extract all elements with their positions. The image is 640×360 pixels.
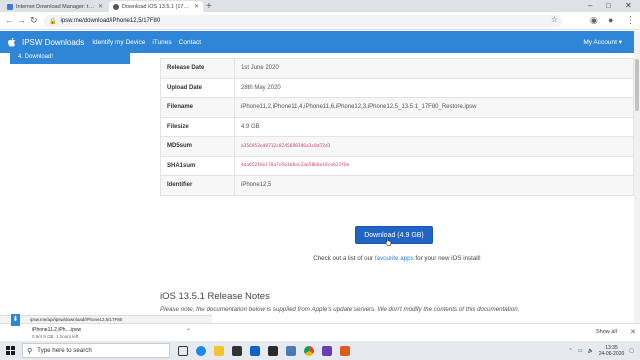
app-icon[interactable]	[322, 345, 332, 356]
network-icon[interactable]: ▭	[578, 348, 583, 354]
url-text: ipsw.me/download/iPhone12,5/17F80	[60, 18, 161, 24]
site-navbar: IPSW Downloads Identify my Device iTunes…	[0, 31, 634, 53]
download-arrow-icon: ⬇	[11, 314, 20, 326]
step-label: 4. Download!	[18, 54, 54, 60]
checkout-text-after: for your new iOS install!	[413, 255, 481, 262]
chrome-icon[interactable]	[304, 345, 314, 356]
new-tab-icon[interactable]: +	[206, 1, 212, 12]
tab-title: Internet Download Manager: the ...	[16, 3, 95, 10]
file-explorer-icon[interactable]	[214, 345, 224, 356]
close-tab-icon[interactable]: ✕	[98, 3, 103, 10]
firmware-info-table: Release Date 1st June 2020 Upload Date 28t…	[160, 58, 634, 196]
row-key: MD5sum	[160, 136, 235, 157]
profile-icon[interactable]: ●	[608, 15, 613, 25]
windows-taskbar: ⚲ Type here to search ⌃ ▭ 🔈 13:35 24-06-…	[0, 341, 640, 360]
release-date-value: 1st June 2020	[234, 58, 634, 79]
download-button[interactable]: Download (4.9 GB)	[355, 226, 433, 244]
download-filename[interactable]: iPhone11,2,iPh....ipsw	[32, 327, 81, 333]
reload-icon[interactable]: ↻	[30, 15, 38, 26]
search-placeholder: Type here to search	[37, 347, 92, 354]
filesize-value: 4.9 GB	[234, 116, 634, 137]
row-key: Identifier	[160, 175, 235, 196]
sha1-value: 4da65216e178a7e561b8ac2a658b8e18ce621f6e	[234, 155, 634, 176]
table-row: Filename iPhone11,2,iPhone11,4,iPhone11,6…	[160, 97, 634, 118]
close-tab-icon[interactable]: ✕	[194, 3, 199, 10]
nav-itunes[interactable]: iTunes	[152, 39, 171, 46]
favourite-apps-text: Check out a list of our favourite apps f…	[160, 255, 634, 262]
table-row: Identifier iPhone12,5	[160, 175, 634, 196]
row-key: Release Date	[160, 58, 235, 79]
row-key: Filesize	[160, 116, 235, 137]
download-shelf: ⬇ iPhone11,2,iPh....ipsw 0.9/4.9 GB, 1 h…	[0, 314, 640, 341]
release-notes-title: iOS 13.5.1 Release Notes	[160, 291, 270, 302]
row-key: Upload Date	[160, 77, 235, 98]
main-content: Release Date 1st June 2020 Upload Date 28t…	[160, 53, 634, 315]
ipsw-favicon-icon	[113, 3, 119, 10]
close-shelf-icon[interactable]: ✕	[630, 328, 636, 336]
mail-icon[interactable]	[250, 345, 260, 356]
table-row: Release Date 1st June 2020	[160, 58, 634, 79]
checkout-text-before: Check out a list of our	[313, 255, 375, 262]
identifier-value: iPhone12,5	[234, 175, 634, 196]
table-row: SHA1sum 4da65216e178a7e561b8ac2a658b8e18c…	[160, 155, 634, 176]
clock[interactable]: 13:35 24-06-2020	[599, 345, 625, 357]
my-account-dropdown[interactable]: My Account ▾	[583, 38, 622, 46]
browser-tab-strip: Internet Download Manager: the ... ✕ Dow…	[0, 0, 640, 12]
step-download[interactable]: 4. Download!	[10, 53, 130, 64]
app-icon[interactable]	[340, 345, 350, 356]
close-window-icon[interactable]: ✕	[625, 1, 632, 10]
upload-date-value: 28th May 2020	[234, 77, 634, 98]
notification-icon[interactable]: ▢	[629, 348, 634, 354]
tray-chevron-icon[interactable]: ⌃	[569, 348, 573, 354]
filename-value: iPhone11,2,iPhone11,4,iPhone11,6,iPhone1…	[234, 97, 634, 118]
site-brand[interactable]: IPSW Downloads	[22, 38, 84, 47]
tab-idm[interactable]: Internet Download Manager: the ... ✕	[3, 1, 107, 12]
table-row: Upload Date 28th May 2020	[160, 77, 634, 98]
edge-icon[interactable]	[196, 345, 206, 356]
nav-identify-device[interactable]: Identify my Device	[92, 39, 145, 46]
chevron-up-icon[interactable]: ⌃	[186, 328, 191, 335]
clock-date: 24-06-2020	[598, 350, 625, 357]
menu-icon[interactable]: ⋮	[626, 15, 635, 26]
maximize-icon[interactable]: □	[606, 1, 611, 10]
volume-icon[interactable]: 🔈	[587, 348, 593, 354]
url-field[interactable]: 🔒 ipsw.me/download/iPhone12,5/17F80 ☆	[44, 15, 562, 27]
address-bar: ← → ↻ 🔒 ipsw.me/download/iPhone12,5/17F8…	[0, 12, 640, 30]
mouse-cursor-icon	[384, 236, 392, 246]
table-row: Filesize 4.9 GB	[160, 116, 634, 137]
back-icon[interactable]: ←	[5, 15, 14, 25]
scrollbar-thumb[interactable]	[635, 59, 639, 111]
tab-ipsw[interactable]: Download iOS 13.5.1 (17F80) for ... ✕	[109, 1, 203, 12]
table-row: MD5sum a356953ed8712c8245698396a3c8d72d3	[160, 136, 634, 157]
download-progress: 0.9/4.9 GB, 1 hours left	[32, 334, 79, 339]
idm-favicon-icon	[7, 3, 13, 10]
app-icon[interactable]	[286, 345, 296, 356]
row-key: SHA1sum	[160, 155, 235, 176]
search-icon: ⚲	[27, 347, 33, 355]
favourite-apps-link[interactable]: favourite apps	[375, 255, 414, 262]
system-tray: ⌃ ▭ 🔈 13:35 24-06-2020 ▢	[569, 341, 634, 360]
bookmark-star-icon[interactable]: ☆	[551, 15, 558, 24]
caret-down-icon: ▾	[618, 39, 622, 46]
windows-start-icon[interactable]	[2, 341, 18, 360]
extension-icon[interactable]: ◉	[590, 15, 598, 26]
store-icon[interactable]	[232, 345, 242, 356]
release-notes-description: Please note, the documentation below is …	[160, 306, 520, 313]
forward-icon[interactable]: →	[17, 15, 26, 25]
taskbar-search-input[interactable]: ⚲ Type here to search	[22, 343, 170, 358]
md5-value: a356953ed8712c8245698396a3c8d72d3	[234, 136, 634, 157]
my-account-label: My Account	[583, 39, 617, 46]
nav-contact[interactable]: Contact	[179, 39, 201, 46]
lock-icon: 🔒	[49, 18, 57, 25]
task-view-icon[interactable]	[178, 345, 188, 356]
show-all-button[interactable]: Show all	[596, 329, 617, 335]
tab-title: Download iOS 13.5.1 (17F80) for ...	[122, 3, 191, 10]
status-url-bar: ipsw.me/api/ipsw/download/iPhone12,5/17F…	[0, 315, 212, 323]
row-key: Filename	[160, 97, 235, 118]
app-icon[interactable]	[268, 345, 278, 356]
minimize-icon[interactable]: –	[588, 1, 592, 10]
page-scrollbar[interactable]	[634, 31, 640, 325]
apple-logo-icon[interactable]	[6, 36, 18, 48]
